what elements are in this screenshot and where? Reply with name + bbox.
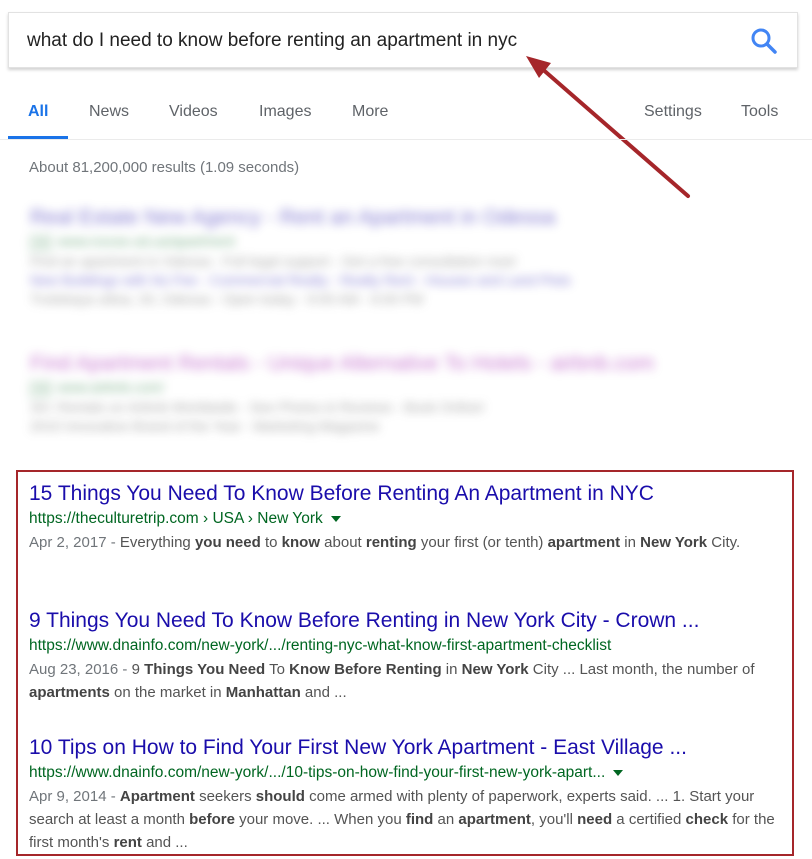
snippet-keyword: New York bbox=[640, 534, 708, 551]
ad-url-text: www.airbnb.com/ bbox=[57, 379, 165, 395]
result-url: https://www.dnainfo.com/new-york/.../ren… bbox=[29, 635, 779, 657]
result-snippet-text: Apartment seekers should come armed with… bbox=[29, 788, 775, 851]
result-snippet-text: 9 Things You Need To Know Before Renting… bbox=[29, 661, 755, 701]
search-result: 15 Things You Need To Know Before Rentin… bbox=[29, 481, 779, 554]
result-snippet: Aug 23, 2016 - 9 Things You Need To Know… bbox=[29, 658, 779, 704]
search-button[interactable] bbox=[749, 26, 779, 56]
snippet-keyword: find bbox=[405, 811, 434, 828]
snippet-keyword: Apartment bbox=[119, 788, 195, 805]
snippet-keyword: know bbox=[281, 534, 320, 551]
ad-tagline: 2015 Innovative Brand of the Year - Mark… bbox=[30, 418, 380, 434]
tab-more[interactable]: More bbox=[352, 103, 388, 121]
snippet-keyword: Manhattan bbox=[225, 684, 301, 701]
search-box bbox=[8, 12, 798, 68]
result-stats: About 81,200,000 results (1.09 seconds) bbox=[29, 159, 300, 176]
snippet-keyword: before bbox=[189, 811, 235, 828]
result-date: Aug 23, 2016 - bbox=[29, 661, 132, 678]
ad-description: Find an apartment in Odessa - Full legal… bbox=[30, 253, 517, 269]
tab-settings[interactable]: Settings bbox=[644, 103, 702, 121]
snippet-keyword: apartment bbox=[458, 811, 531, 828]
ad-badge: Ad bbox=[30, 382, 52, 396]
search-result: 9 Things You Need To Know Before Renting… bbox=[29, 608, 779, 704]
result-title[interactable]: 10 Tips on How to Find Your First New Yo… bbox=[29, 735, 779, 761]
result-date: Apr 9, 2014 - bbox=[29, 788, 120, 805]
search-icon bbox=[751, 28, 777, 54]
snippet-keyword: New York bbox=[461, 661, 529, 678]
result-title[interactable]: 9 Things You Need To Know Before Renting… bbox=[29, 608, 779, 634]
tab-all[interactable]: All bbox=[28, 103, 48, 121]
result-snippet: Apr 9, 2014 - Apartment seekers should c… bbox=[29, 785, 779, 854]
result-url-text: https://www.dnainfo.com/new-york/.../ren… bbox=[29, 637, 612, 654]
snippet-keyword: rent bbox=[113, 834, 142, 851]
snippet-keyword: apartment bbox=[547, 534, 621, 551]
ad-url: Ad www.airbnb.com/ bbox=[30, 379, 654, 396]
result-title[interactable]: 15 Things You Need To Know Before Rentin… bbox=[29, 481, 779, 507]
ad-address: Troitskaya ulitsa, 33, Odessa - Open tod… bbox=[30, 291, 424, 307]
search-result: 10 Tips on How to Find Your First New Yo… bbox=[29, 735, 779, 854]
result-snippet-text: Everything you need to know about rentin… bbox=[119, 534, 741, 551]
snippet-keyword: should bbox=[255, 788, 305, 805]
ad-sitelinks[interactable]: New Buildings with No Fee - Commercial R… bbox=[30, 272, 571, 288]
search-tabs: All News Videos Images More Settings Too… bbox=[0, 88, 812, 140]
snippet-keyword: need bbox=[577, 811, 613, 828]
caret-down-icon[interactable] bbox=[613, 769, 624, 776]
ad-result: Find Apartment Rentals - Unique Alternat… bbox=[30, 352, 654, 434]
ad-badge: Ad bbox=[30, 236, 52, 250]
ad-url: Ad www.novoe.od.ua/apartment bbox=[30, 233, 571, 250]
snippet-keyword: Things You Need bbox=[144, 661, 266, 678]
ad-title[interactable]: Real Estate New Agency - Rent an Apartme… bbox=[30, 206, 571, 230]
result-url-text: https://theculturetrip.com › USA › New Y… bbox=[29, 510, 323, 527]
snippet-keyword: you need bbox=[194, 534, 261, 551]
tab-videos[interactable]: Videos bbox=[169, 103, 218, 121]
snippet-keyword: Know Before Renting bbox=[289, 661, 442, 678]
tab-images[interactable]: Images bbox=[259, 103, 311, 121]
result-url: https://www.dnainfo.com/new-york/.../10-… bbox=[29, 762, 779, 784]
active-tab-indicator bbox=[8, 136, 68, 139]
ad-title[interactable]: Find Apartment Rentals - Unique Alternat… bbox=[30, 352, 654, 376]
snippet-keyword: apartments bbox=[29, 684, 110, 701]
ad-result: Real Estate New Agency - Rent an Apartme… bbox=[30, 206, 571, 307]
tab-news[interactable]: News bbox=[89, 103, 129, 121]
result-date: Apr 2, 2017 - bbox=[29, 534, 120, 551]
result-snippet: Apr 2, 2017 - Everything you need to kno… bbox=[29, 531, 779, 554]
snippet-keyword: check bbox=[685, 811, 729, 828]
search-input[interactable] bbox=[27, 27, 707, 55]
snippet-keyword: renting bbox=[365, 534, 417, 551]
result-url-text: https://www.dnainfo.com/new-york/.../10-… bbox=[29, 764, 606, 781]
ad-url-text: www.novoe.od.ua/apartment bbox=[57, 233, 235, 249]
ad-description: 34+ Rentals on Airbnb Worldwide - See Ph… bbox=[30, 399, 485, 415]
tab-tools[interactable]: Tools bbox=[741, 103, 778, 121]
result-url: https://theculturetrip.com › USA › New Y… bbox=[29, 508, 779, 530]
caret-down-icon[interactable] bbox=[330, 515, 341, 522]
